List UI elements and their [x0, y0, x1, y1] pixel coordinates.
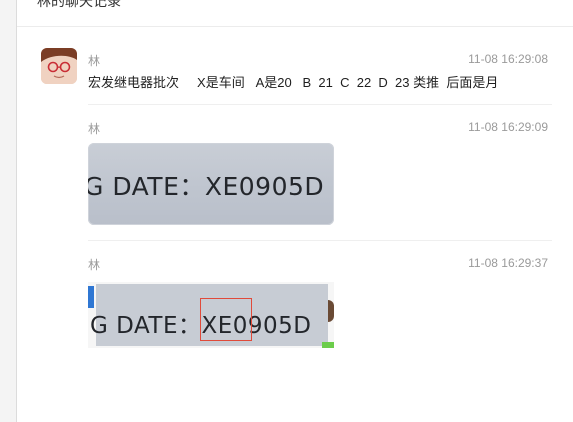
message-sender: 林	[88, 122, 101, 136]
image-label-text: G DATE：XE0905D	[88, 172, 325, 201]
avatar[interactable]	[41, 48, 77, 84]
message-divider	[88, 104, 552, 105]
avatar-icon	[41, 48, 77, 84]
chat-title: 林的聊天记录	[37, 0, 121, 9]
screenshot-fragment	[88, 286, 94, 308]
message-sender: 林	[88, 54, 101, 68]
message-2: 林 11-08 16:29:09	[88, 120, 548, 140]
message-time: 11-08 16:29:37	[468, 256, 548, 270]
message-time: 11-08 16:29:09	[468, 120, 548, 134]
window-edge	[0, 0, 17, 422]
screenshot-bottom	[88, 348, 334, 368]
message-screenshot-image[interactable]: G DATE：XE0905D	[88, 282, 334, 368]
highlight-box	[200, 298, 252, 341]
message-time: 11-08 16:29:08	[468, 52, 548, 66]
message-1: 林 11-08 16:29:08 宏发继电器批次 X是车间 A是20 B 21 …	[88, 52, 548, 92]
message-image[interactable]: G DATE：XE0905D	[88, 143, 334, 225]
message-sender: 林	[88, 258, 101, 272]
message-3: 林 11-08 16:29:37	[88, 256, 548, 276]
message-text: 宏发继电器批次 X是车间 A是20 B 21 C 22 D 23 类推 后面是月	[88, 75, 499, 90]
chat-header: 林的聊天记录	[17, 0, 573, 27]
message-divider	[88, 240, 552, 241]
